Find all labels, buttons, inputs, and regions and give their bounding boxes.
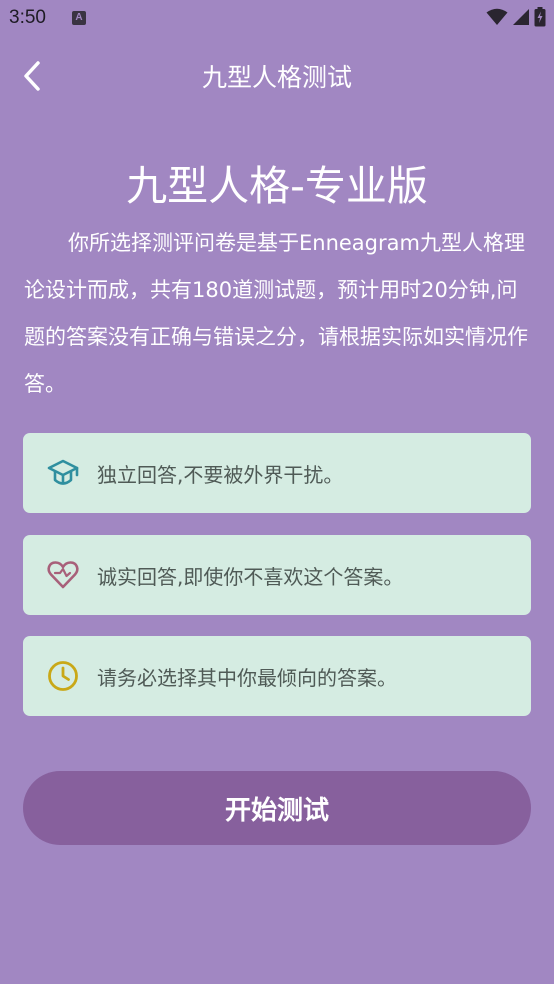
page-title: 九型人格-专业版 <box>126 162 428 210</box>
tip-card-choose: 请务必选择其中你最倾向的答案。 <box>23 636 531 716</box>
tip-card-honest: 诚实回答,即使你不喜欢这个答案。 <box>23 535 531 615</box>
status-time: 3:50 <box>9 7 46 28</box>
tip-card-independent: 独立回答,不要被外界干扰。 <box>23 433 531 513</box>
wifi-icon <box>486 8 508 25</box>
cellular-signal-icon <box>513 9 529 25</box>
status-icons <box>486 6 546 28</box>
notification-a-icon: A <box>72 11 86 25</box>
app-title: 九型人格测试 <box>201 63 352 92</box>
status-bar: 3:50 A <box>0 0 554 38</box>
graduation-cap-icon <box>46 456 80 490</box>
clock-icon <box>46 659 80 693</box>
tip-text: 诚实回答,即使你不喜欢这个答案。 <box>97 564 404 589</box>
tip-text: 请务必选择其中你最倾向的答案。 <box>97 665 397 690</box>
tip-text: 独立回答,不要被外界干扰。 <box>97 462 344 487</box>
battery-charging-icon <box>534 7 546 27</box>
app-bar: 九型人格测试 <box>0 38 554 114</box>
start-test-button[interactable]: 开始测试 <box>23 771 531 845</box>
intro-text: 你所选择测评问卷是基于Enneagram九型人格理论设计而成，共有180道测试题… <box>24 231 528 396</box>
heart-icon <box>46 558 80 592</box>
